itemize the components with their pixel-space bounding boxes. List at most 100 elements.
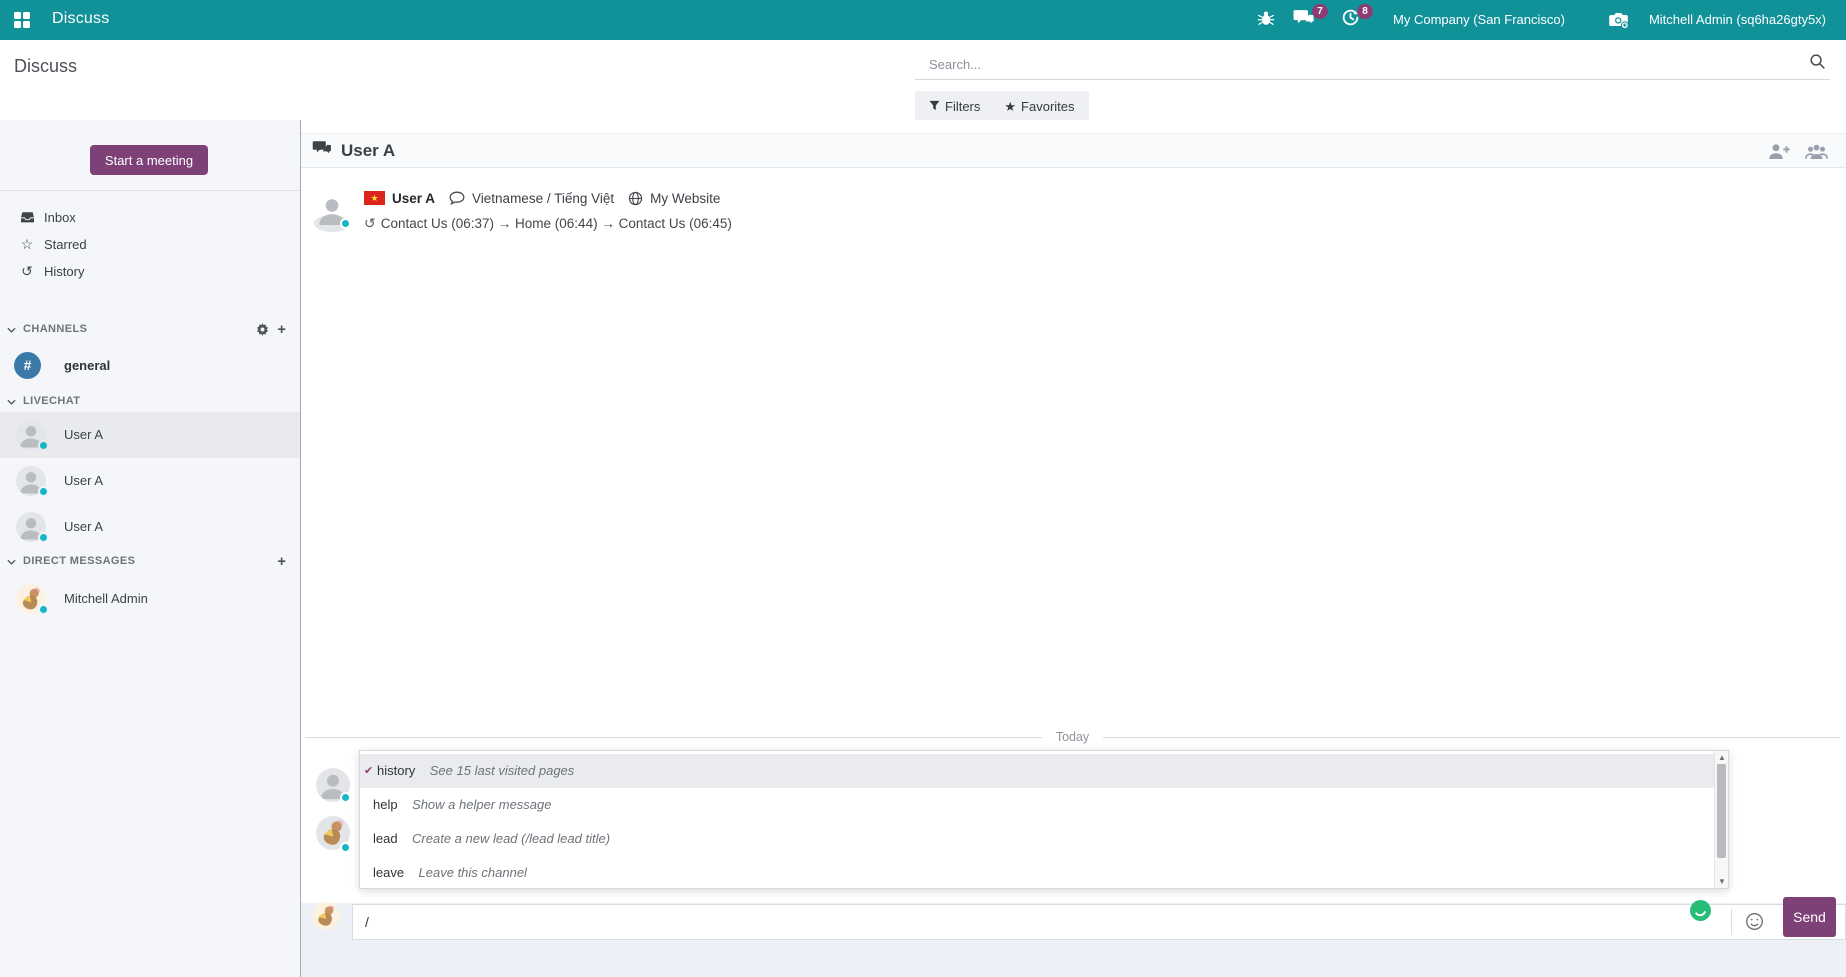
online-status-dot bbox=[340, 842, 351, 853]
thread-area: User A ★ User A Vietnamese / Tiếng Việt … bbox=[301, 120, 1846, 977]
vietnam-flag-icon: ★ bbox=[364, 191, 385, 205]
company-switcher[interactable]: My Company (San Francisco) bbox=[1383, 0, 1575, 40]
online-status-dot bbox=[38, 486, 49, 497]
date-divider-label: Today bbox=[1042, 730, 1103, 744]
send-button[interactable]: Send bbox=[1783, 897, 1836, 937]
livechat-section-header[interactable]: LIVECHAT bbox=[0, 388, 300, 414]
livechat-user-label: User A bbox=[64, 427, 103, 442]
gear-icon[interactable] bbox=[256, 323, 269, 336]
hash-icon: # bbox=[14, 352, 41, 379]
emoji-icon[interactable] bbox=[1745, 912, 1764, 931]
scrollbar-thumb[interactable] bbox=[1717, 764, 1726, 858]
command-suggestion-dropdown: ✔ history See 15 last visited pages help… bbox=[359, 750, 1729, 889]
breadcrumb: Discuss bbox=[14, 56, 77, 77]
livechat-title: LIVECHAT bbox=[23, 395, 80, 407]
command-name: help bbox=[373, 797, 398, 812]
add-channel-icon[interactable]: + bbox=[277, 322, 286, 337]
user-menu[interactable]: Mitchell Admin (sq6ha26gty5x) bbox=[1639, 0, 1836, 40]
online-status-dot bbox=[38, 440, 49, 451]
dropdown-scrollbar[interactable]: ▲ ▼ bbox=[1714, 751, 1728, 888]
command-description: Show a helper message bbox=[412, 797, 551, 812]
visit-history-text: Contact Us (06:37) → Home (06:44) → Cont… bbox=[381, 216, 732, 231]
scroll-up-icon[interactable]: ▲ bbox=[1715, 753, 1729, 762]
avatar bbox=[312, 902, 340, 930]
flag-star: ★ bbox=[370, 194, 378, 203]
sidebar-dm-mitchell-admin[interactable]: Mitchell Admin bbox=[0, 576, 300, 622]
online-status-dot bbox=[38, 604, 49, 615]
channels-section-header[interactable]: CHANNELS + bbox=[0, 316, 300, 342]
direct-messages-section-header[interactable]: DIRECT MESSAGES + bbox=[0, 548, 300, 574]
inbox-icon bbox=[18, 211, 36, 224]
screenshot-camera-icon[interactable] bbox=[1599, 0, 1639, 40]
command-option-leave[interactable]: leave Leave this channel bbox=[360, 856, 1728, 890]
sidebar-item-starred[interactable]: ☆ Starred bbox=[0, 231, 300, 258]
livechat-user-label: User A bbox=[64, 473, 103, 488]
visitor-language: Vietnamese / Tiếng Việt bbox=[472, 191, 614, 206]
direct-messages-title: DIRECT MESSAGES bbox=[23, 555, 135, 567]
apps-menu-icon[interactable] bbox=[14, 12, 30, 28]
history-icon: ↺ bbox=[18, 263, 36, 280]
star-icon: ★ bbox=[1004, 99, 1016, 115]
funnel-icon bbox=[929, 99, 940, 114]
topbar-right-zone: 7 8 My Company (San Francisco) Mitchell … bbox=[1248, 0, 1836, 40]
chevron-down-icon bbox=[7, 320, 16, 338]
online-status-dot bbox=[38, 532, 49, 543]
discuss-app: Discuss 7 8 My Company (San Francisco) M… bbox=[0, 0, 1846, 977]
discuss-sidebar: Start a meeting Inbox ☆ Starred ↺ Histor… bbox=[0, 120, 301, 977]
scroll-down-icon[interactable]: ▼ bbox=[1715, 877, 1729, 886]
add-direct-message-icon[interactable]: + bbox=[277, 554, 286, 569]
sidebar-livechat-user-a-2[interactable]: User A bbox=[0, 458, 300, 504]
speech-bubble-icon bbox=[449, 191, 465, 205]
command-description: See 15 last visited pages bbox=[430, 763, 575, 778]
chevron-down-icon bbox=[7, 392, 16, 410]
app-title[interactable]: Discuss bbox=[52, 10, 109, 28]
online-status-dot bbox=[340, 218, 351, 229]
command-option-history[interactable]: ✔ history See 15 last visited pages bbox=[360, 754, 1728, 788]
thread-chat-icon bbox=[312, 140, 332, 162]
composer-divider bbox=[1731, 909, 1732, 935]
star-outline-icon: ☆ bbox=[18, 236, 36, 253]
channel-label: general bbox=[64, 358, 110, 373]
filters-button[interactable]: Filters bbox=[929, 99, 980, 114]
add-user-icon[interactable] bbox=[1768, 143, 1791, 160]
guest-avatar-icon bbox=[1690, 900, 1711, 921]
sidebar-channel-general[interactable]: # general bbox=[0, 346, 300, 384]
sidebar-livechat-user-a-1[interactable]: User A bbox=[0, 412, 300, 458]
visitor-website: My Website bbox=[650, 191, 720, 206]
sidebar-item-history[interactable]: ↺ History bbox=[0, 258, 300, 285]
messages-menu-button[interactable]: 7 bbox=[1284, 0, 1324, 40]
search-bar bbox=[915, 48, 1830, 80]
command-name: history bbox=[377, 763, 415, 778]
sidebar-item-inbox[interactable]: Inbox bbox=[0, 204, 300, 231]
favorites-button[interactable]: ★ Favorites bbox=[1004, 99, 1074, 115]
date-divider: Today bbox=[305, 728, 1840, 746]
command-option-help[interactable]: help Show a helper message bbox=[360, 788, 1728, 822]
channels-title: CHANNELS bbox=[23, 323, 87, 335]
filters-label: Filters bbox=[945, 99, 980, 114]
search-icon[interactable] bbox=[1809, 53, 1826, 75]
command-option-lead[interactable]: lead Create a new lead (/lead lead title… bbox=[360, 822, 1728, 856]
globe-icon bbox=[628, 191, 643, 206]
command-name: leave bbox=[373, 865, 404, 880]
favorites-label: Favorites bbox=[1021, 99, 1074, 114]
online-status-dot bbox=[340, 792, 351, 803]
dm-user-label: Mitchell Admin bbox=[64, 591, 148, 606]
inbox-label: Inbox bbox=[44, 210, 76, 225]
start-meeting-button[interactable]: Start a meeting bbox=[90, 145, 208, 175]
message-composer: Send bbox=[301, 903, 1846, 977]
message: ★ User A Vietnamese / Tiếng Việt My Webs… bbox=[314, 192, 350, 233]
livechat-user-label: User A bbox=[64, 519, 103, 534]
command-name: lead bbox=[373, 831, 398, 846]
activities-menu-button[interactable]: 8 bbox=[1332, 0, 1369, 40]
activities-badge: 8 bbox=[1357, 4, 1373, 19]
message-author[interactable]: User A bbox=[392, 191, 435, 206]
message-input[interactable] bbox=[352, 904, 1846, 940]
history-icon: ↺ bbox=[364, 215, 376, 232]
debug-button[interactable] bbox=[1248, 0, 1284, 40]
sidebar-livechat-user-a-3[interactable]: User A bbox=[0, 504, 300, 550]
search-input[interactable] bbox=[929, 52, 1779, 76]
thread-title: User A bbox=[341, 141, 395, 161]
members-group-icon[interactable] bbox=[1805, 143, 1828, 160]
control-panel: Discuss Filters ★ Favorites bbox=[0, 40, 1846, 120]
bug-icon bbox=[1257, 9, 1275, 32]
